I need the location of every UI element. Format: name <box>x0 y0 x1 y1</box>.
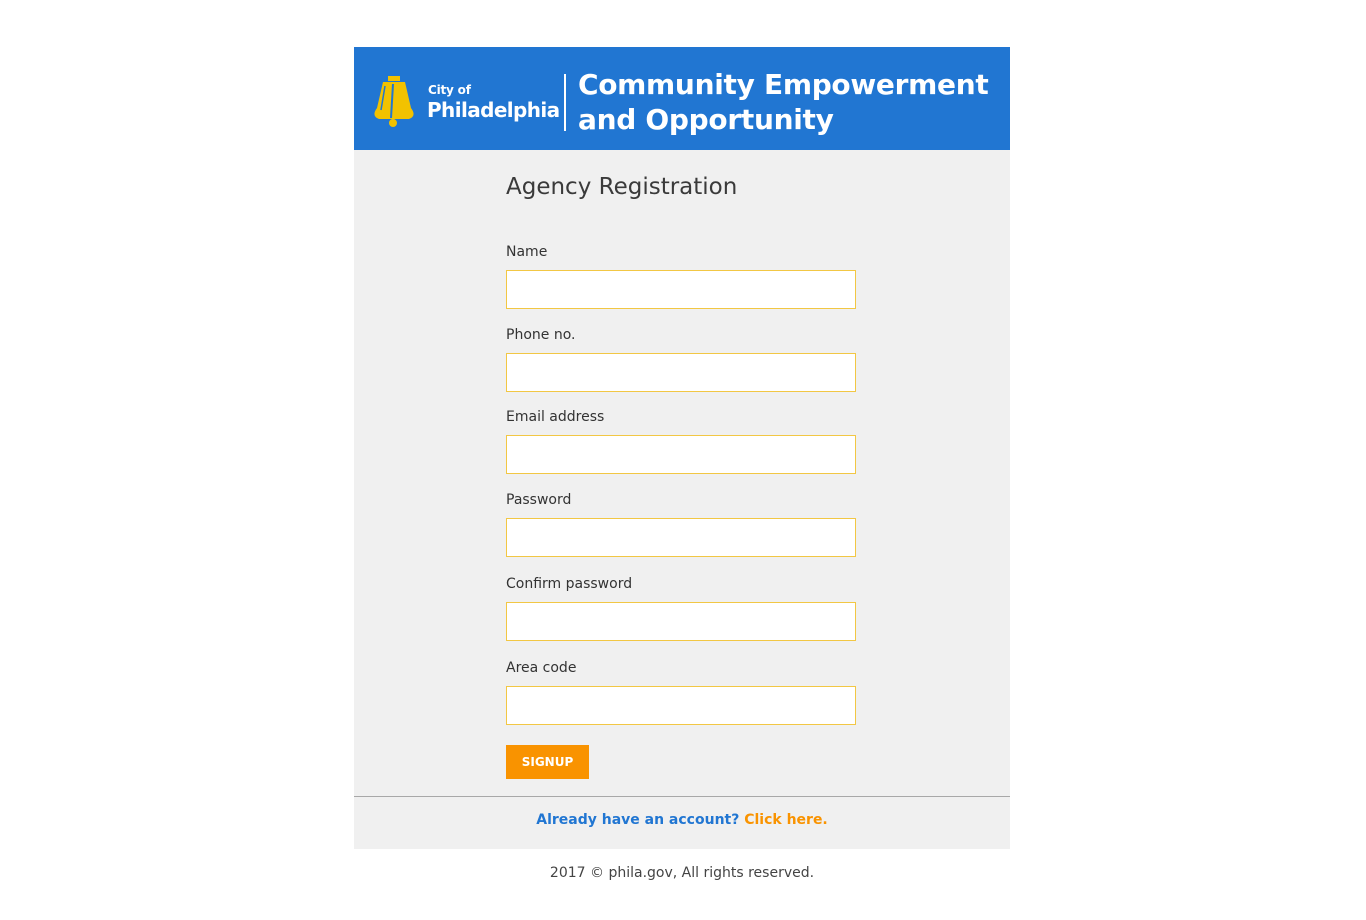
area-code-field[interactable] <box>506 686 856 725</box>
login-prompt-bar: Already have an account? Click here. <box>354 796 1010 849</box>
header-banner: City of Philadelphia Community Empowerme… <box>354 47 1010 150</box>
login-prompt: Already have an account? Click here. <box>354 812 1010 828</box>
email-label: Email address <box>506 409 605 425</box>
name-field[interactable] <box>506 270 856 309</box>
headline-line-1: Community Empowerment <box>578 68 989 101</box>
email-field[interactable] <box>506 435 856 474</box>
headline-line-2: and Opportunity <box>578 103 834 136</box>
signup-button[interactable]: SIGNUP <box>506 745 589 779</box>
logo-divider <box>564 74 566 131</box>
city-name-text: Philadelphia <box>427 98 560 122</box>
registration-card: City of Philadelphia Community Empowerme… <box>354 47 1010 849</box>
copyright-text: 2017 © phila.gov, All rights reserved. <box>549 865 815 881</box>
area-code-label: Area code <box>506 660 577 676</box>
city-of-text: City of <box>428 83 471 97</box>
registration-form: Agency Registration Name Phone no. Email… <box>354 150 1010 796</box>
confirm-password-field[interactable] <box>506 602 856 641</box>
name-label: Name <box>506 244 548 260</box>
liberty-bell-icon <box>374 76 414 127</box>
password-field[interactable] <box>506 518 856 557</box>
password-label: Password <box>506 492 572 508</box>
phone-label: Phone no. <box>506 327 576 343</box>
login-link[interactable]: Click here. <box>744 812 828 828</box>
site-headline: Community Empowerment and Opportunity <box>578 67 989 137</box>
confirm-password-label: Confirm password <box>506 576 633 592</box>
phone-field[interactable] <box>506 353 856 392</box>
login-question: Already have an account? <box>536 812 740 828</box>
page-title: Agency Registration <box>506 174 738 200</box>
